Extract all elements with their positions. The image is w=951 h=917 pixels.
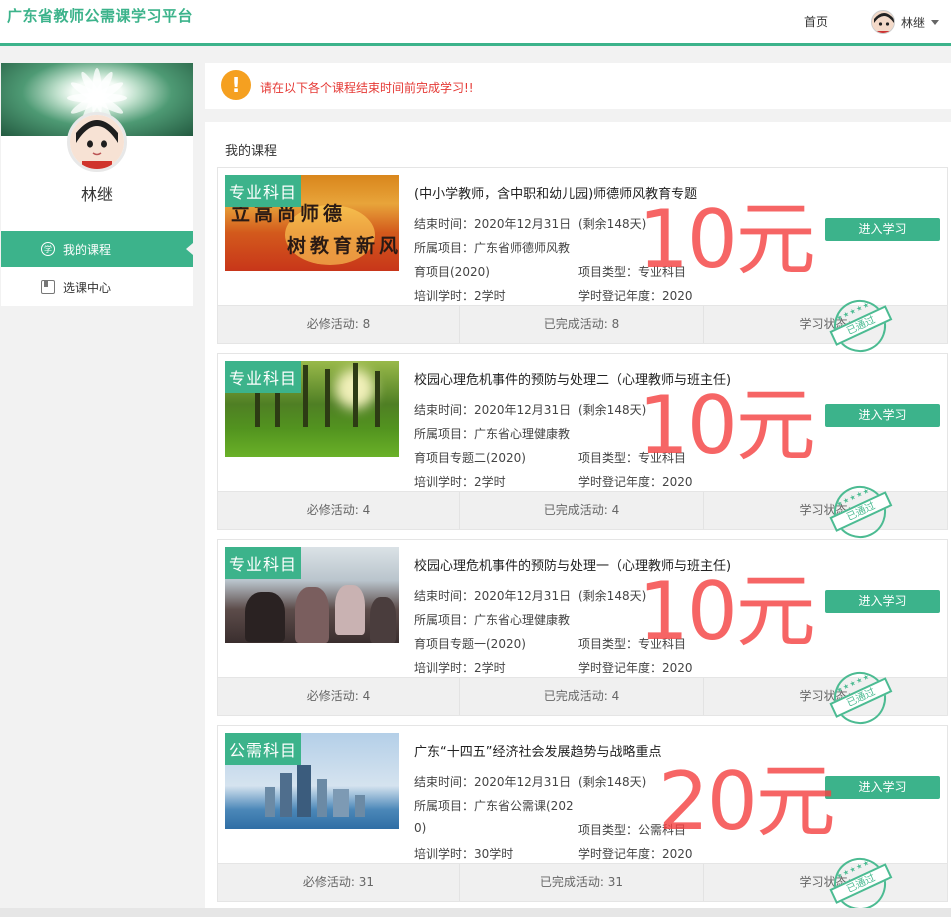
project-type: 项目类型：专业科目 — [578, 451, 687, 465]
study-status: 学习状态: — [799, 875, 852, 889]
study-icon: 学 — [41, 242, 55, 256]
remaining-days: (剩余148天) — [578, 403, 647, 417]
end-time: 结束时间：2020年12月31日 — [414, 403, 572, 417]
project-name-cont: 育项目专题二(2020) — [414, 451, 526, 465]
course-title[interactable]: 校园心理危机事件的预防与处理一（心理教师与班主任) — [414, 555, 731, 574]
project-name: 所属项目：广东省师德师风教 — [414, 241, 571, 255]
end-time: 结束时间：2020年12月31日 — [414, 775, 572, 789]
remaining-days: (剩余148天) — [578, 217, 647, 231]
section-title: 我的课程 — [225, 144, 278, 159]
project-name: 所属项目：广东省心理健康教 — [414, 613, 571, 627]
required-activities: 必修活动: 8 — [218, 306, 460, 343]
course-title[interactable]: (中小学教师，含中职和幼儿园)师德师风教育专题 — [414, 183, 697, 202]
required-activities: 必修活动: 31 — [218, 864, 460, 901]
required-activities: 必修活动: 4 — [218, 678, 460, 715]
user-name: 林继 — [901, 15, 926, 30]
site-brand[interactable]: 广东省教师公需课学习平台 — [7, 5, 193, 26]
remaining-days: (剩余148天) — [578, 589, 647, 603]
project-name-cont: 0) — [414, 821, 427, 835]
course-title[interactable]: 校园心理危机事件的预防与处理二（心理教师与班主任) — [414, 369, 731, 388]
enter-study-button[interactable]: 进入学习 — [825, 776, 940, 799]
completed-activities: 已完成活动: 31 — [460, 864, 704, 901]
subject-tag: 专业科目 — [225, 361, 302, 393]
thumbnail-calligraphy: 树教育新风 — [287, 235, 399, 257]
project-name-cont: 育项目专题一(2020) — [414, 637, 526, 651]
training-hours: 培训学时：30学时 — [414, 847, 514, 861]
registration-year: 学时登记年度：2020 — [578, 847, 693, 861]
sidebar: 林继 学 我的课程 选课中心 — [1, 63, 193, 306]
registration-year: 学时登记年度：2020 — [578, 661, 693, 675]
nav-home-link[interactable]: 首页 — [804, 13, 828, 30]
passed-stamp: ★★★★★ 已通过 — [825, 663, 895, 733]
user-menu[interactable]: 林继 — [871, 9, 940, 35]
completed-activities: 已完成活动: 4 — [460, 678, 704, 715]
page-bottom-strip — [0, 908, 951, 917]
profile-avatar — [67, 112, 127, 172]
course-thumbnail[interactable]: 专业科目 — [225, 547, 399, 643]
project-type: 项目类型：公需科目 — [578, 823, 687, 837]
user-avatar — [871, 10, 895, 34]
sidebar-item-my-courses[interactable]: 学 我的课程 — [1, 231, 193, 267]
registration-year: 学时登记年度：2020 — [578, 475, 693, 489]
project-type: 项目类型：专业科目 — [578, 637, 687, 651]
subject-tag: 公需科目 — [225, 733, 302, 765]
end-time: 结束时间：2020年12月31日 — [414, 589, 572, 603]
passed-stamp: ★★★★★ 已通过 — [825, 477, 895, 547]
project-name-cont: 育项目(2020) — [414, 265, 490, 279]
notice-text: 请在以下各个课程结束时间前完成学习!! — [260, 81, 474, 95]
sidebar-item-course-center[interactable]: 选课中心 — [1, 269, 193, 305]
profile-name: 林继 — [80, 185, 113, 204]
remaining-days: (剩余148天) — [578, 775, 647, 789]
enter-study-button[interactable]: 进入学习 — [825, 218, 940, 241]
chevron-down-icon — [931, 19, 940, 25]
required-activities: 必修活动: 4 — [218, 492, 460, 529]
course-card: 专业科目 校园心理危机事件的预防与处理一（心理教师与班主任) 结束时间：2020… — [217, 539, 948, 733]
training-hours: 培训学时：2学时 — [414, 289, 506, 303]
registration-year: 学时登记年度：2020 — [578, 289, 693, 303]
end-time: 结束时间：2020年12月31日 — [414, 217, 572, 231]
study-status: 学习状态: — [799, 689, 852, 703]
course-title[interactable]: 广东“十四五”经济社会发展趋势与战略重点 — [414, 741, 661, 760]
completed-activities: 已完成活动: 8 — [460, 306, 704, 343]
training-hours: 培训学时：2学时 — [414, 475, 506, 489]
sidebar-item-label: 我的课程 — [63, 242, 112, 257]
study-status: 学习状态: — [799, 503, 852, 517]
passed-stamp: ★★★★★ 已通过 — [825, 849, 895, 917]
my-courses-panel: 我的课程 立高尚师德 树教育新风 专业科目 (中小学教师，含中职和幼儿园)师德师… — [205, 122, 951, 917]
enter-study-button[interactable]: 进入学习 — [825, 590, 940, 613]
course-thumbnail[interactable]: 公需科目 — [225, 733, 399, 829]
sidebar-item-label: 选课中心 — [63, 280, 112, 295]
project-type: 项目类型：专业科目 — [578, 265, 687, 279]
passed-stamp: ★★★★★ 已通过 — [825, 291, 895, 361]
subject-tag: 专业科目 — [225, 547, 302, 579]
subject-tag: 专业科目 — [225, 175, 302, 207]
project-name: 所属项目：广东省心理健康教 — [414, 427, 571, 441]
study-status: 学习状态: — [799, 317, 852, 331]
warning-icon: ! — [221, 70, 251, 100]
training-hours: 培训学时：2学时 — [414, 661, 506, 675]
book-icon — [41, 280, 55, 294]
project-name: 所属项目：广东省公需课(202 — [414, 799, 574, 813]
deadline-notice: ! 请在以下各个课程结束时间前完成学习!! — [205, 63, 951, 109]
course-card: 专业科目 校园心理危机事件的预防与处理二（心理教师与班主任) 结束时间：2020… — [217, 353, 948, 547]
enter-study-button[interactable]: 进入学习 — [825, 404, 940, 427]
course-card: 立高尚师德 树教育新风 专业科目 (中小学教师，含中职和幼儿园)师德师风教育专题… — [217, 167, 948, 361]
course-thumbnail[interactable]: 立高尚师德 树教育新风 专业科目 — [225, 175, 399, 271]
course-card: 公需科目 广东“十四五”经济社会发展趋势与战略重点 结束时间：2020年12月3… — [217, 725, 948, 917]
top-header: 广东省教师公需课学习平台 首页 林继 — [0, 0, 951, 46]
completed-activities: 已完成活动: 4 — [460, 492, 704, 529]
course-thumbnail[interactable]: 专业科目 — [225, 361, 399, 457]
